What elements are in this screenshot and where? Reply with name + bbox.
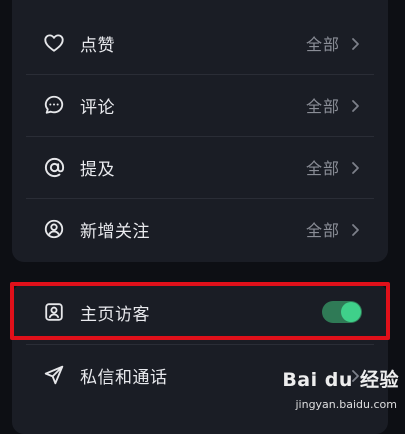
setting-row-comment[interactable]: 评论 全部 — [12, 74, 388, 136]
chevron-right-icon — [350, 36, 360, 50]
chevron-right-icon — [350, 98, 360, 112]
baidu-jingyan-watermark: Bai du 经验 jingyan.baidu.com — [277, 365, 399, 411]
chevron-right-icon — [350, 222, 360, 236]
setting-row-new-follow[interactable]: 新增关注 全部 — [12, 198, 388, 260]
setting-label: 私信和通话 — [80, 367, 168, 388]
setting-label: 提及 — [80, 159, 115, 180]
watermark-brand: Bai du 经验 — [282, 369, 399, 391]
setting-value: 全部 — [305, 221, 340, 240]
chevron-right-icon — [350, 160, 360, 174]
setting-label: 评论 — [80, 97, 115, 118]
user-circle-icon — [42, 217, 66, 241]
setting-label: 新增关注 — [80, 221, 150, 242]
highlight-box — [10, 282, 390, 340]
notification-settings-card: 点赞 全部 评论 全部 提及 全部 新增关注 全部 — [12, 0, 388, 262]
setting-value: 全部 — [305, 97, 340, 116]
setting-value: 全部 — [305, 159, 340, 178]
paper-plane-icon — [42, 363, 66, 387]
setting-label: 点赞 — [80, 35, 115, 56]
setting-row-like[interactable]: 点赞 全部 — [12, 12, 388, 74]
chat-bubble-icon — [42, 93, 66, 117]
setting-value: 全部 — [305, 35, 340, 54]
setting-row-mention[interactable]: 提及 全部 — [12, 136, 388, 198]
at-sign-icon — [42, 155, 66, 179]
heart-icon — [42, 31, 66, 55]
watermark-url: jingyan.baidu.com — [295, 398, 397, 411]
